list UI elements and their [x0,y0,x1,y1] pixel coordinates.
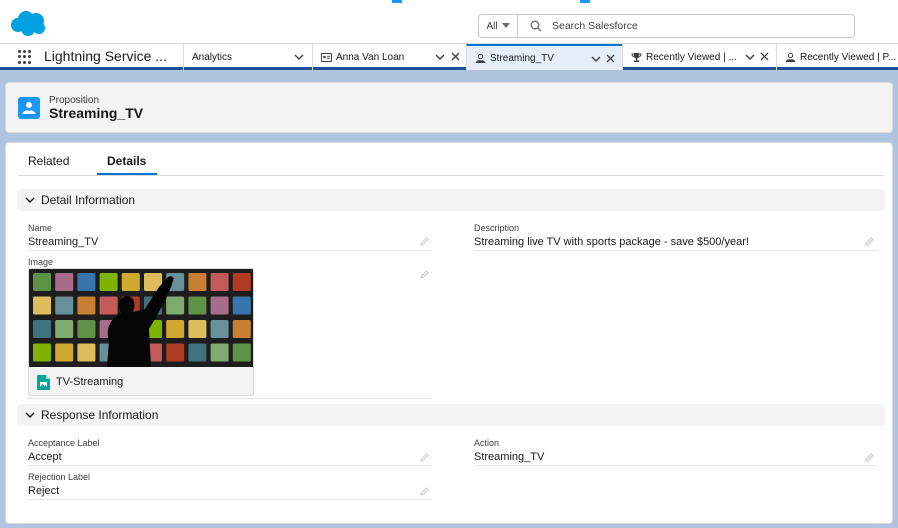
chevron-down-icon[interactable] [591,54,601,64]
search-scope-dropdown[interactable]: All [478,14,518,38]
contact-card-icon [321,52,332,62]
name-field-label: Name [28,223,53,233]
chevron-down-icon [25,412,35,418]
search-icon [530,20,542,32]
section-title: Response Information [41,408,159,422]
close-icon[interactable] [451,52,460,61]
highlight-marker [580,0,590,3]
proposition-record-icon [18,97,40,119]
global-search[interactable] [517,14,855,38]
record-title: Streaming_TV [49,105,144,121]
caret-down-icon [501,23,510,28]
edit-pencil-icon[interactable] [420,270,429,279]
tab-related[interactable]: Related [28,154,69,168]
proposition-icon [785,52,796,62]
acceptance-label-field-label: Acceptance Label [28,438,100,448]
proposition-icon [475,53,486,63]
search-input[interactable] [552,20,832,32]
chevron-down-icon[interactable] [745,52,755,62]
image-file-name: TV-Streaming [56,376,124,388]
tab-label: Recently Viewed | P... [800,51,897,63]
search-scope-label: All [486,20,498,32]
global-header: All [0,0,898,44]
edit-pencil-icon[interactable] [420,237,429,246]
tab-label: Analytics [192,51,233,63]
tab-label: Recently Viewed | ... [646,51,737,63]
edit-pencil-icon[interactable] [865,237,874,246]
tab-details[interactable]: Details [107,154,146,168]
highlight-marker [392,0,402,3]
streaming-tv-photo [29,269,253,367]
app-name: Lightning Service ... [44,48,167,64]
app-launcher-icon[interactable] [18,50,32,64]
description-field-value: Streaming live TV with sports package - … [474,236,749,248]
image-field-label: Image [28,257,54,267]
section-detail-information[interactable]: Detail Information [17,189,885,211]
record-highlights: Proposition Streaming_TV [5,82,893,133]
description-field-label: Description [474,223,520,233]
tab-streaming-tv[interactable]: Streaming_TV [466,44,622,70]
tab-recently-viewed-2[interactable]: Recently Viewed | P... [776,44,898,70]
salesforce-cloud-logo[interactable] [8,10,48,38]
navigation-bar: Lightning Service ... Analytics Anna Van… [0,44,898,70]
divider [18,175,884,176]
action-field-label: Action [474,438,500,448]
name-field-value: Streaming_TV [28,236,99,248]
tab-label: Anna Van Loan [336,51,405,63]
chevron-down-icon[interactable] [435,52,445,62]
image-file-tile[interactable]: TV-Streaming [28,268,254,396]
chevron-down-icon [25,197,35,203]
section-title: Detail Information [41,193,136,207]
section-response-information[interactable]: Response Information [17,404,885,426]
edit-pencil-icon[interactable] [420,453,429,462]
record-detail-card: Related Details Detail Information Name … [5,142,893,524]
tab-analytics[interactable]: Analytics [183,44,312,70]
action-field-value: Streaming_TV [474,451,545,463]
trophy-icon [631,52,642,62]
divider [28,465,432,466]
close-icon[interactable] [760,52,769,61]
edit-pencil-icon[interactable] [865,453,874,462]
acceptance-label-field-value: Accept [28,451,62,463]
divider [28,250,432,251]
image-file-icon [37,375,50,390]
rejection-label-field-value: Reject [28,485,60,497]
edit-pencil-icon[interactable] [420,487,429,496]
rejection-label-field-label: Rejection Label [28,472,91,482]
divider [28,398,432,399]
tab-recently-viewed[interactable]: Recently Viewed | ... [622,44,776,70]
divider [28,499,432,500]
chevron-down-icon[interactable] [294,52,304,62]
divider [474,250,878,251]
tab-label: Streaming_TV [490,52,554,64]
tab-anna-van-loan[interactable]: Anna Van Loan [312,44,466,70]
close-icon[interactable] [606,54,615,63]
divider [474,465,878,466]
